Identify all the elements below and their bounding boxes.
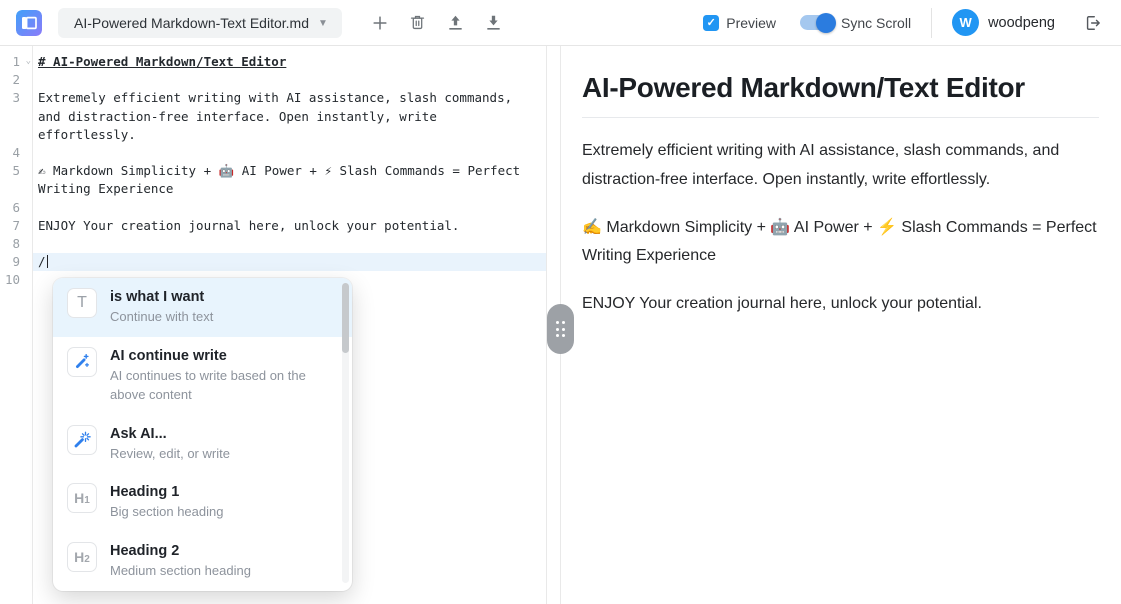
line-number: 5	[0, 162, 32, 198]
slash-menu-item[interactable]: AI continue write AI continues to write b…	[53, 337, 352, 415]
logout-button[interactable]	[1081, 11, 1105, 35]
preview-paragraph: Extremely efficient writing with AI assi…	[582, 137, 1099, 195]
toolbar-right: ✓ Preview Sync Scroll W woodpeng	[703, 8, 1105, 38]
line-number: 7	[0, 217, 32, 235]
menu-item-title: is what I want	[110, 289, 213, 305]
code-line-content[interactable]: ENJOY Your creation journal here, unlock…	[32, 217, 546, 235]
code-line-content[interactable]: ✍ Markdown Simplicity + 🤖 AI Power + ⚡ S…	[32, 162, 546, 198]
editor-line[interactable]: 2	[0, 71, 546, 89]
slash-command-menu: Tis what I want Continue with text AI cont…	[53, 278, 352, 591]
menu-item-title: Ask AI...	[110, 426, 230, 442]
fold-chevron-icon[interactable]: ⌄	[26, 52, 31, 70]
chevron-down-icon: ▼	[318, 18, 328, 29]
delete-file-button[interactable]	[406, 11, 430, 35]
editor-line[interactable]: 6	[0, 199, 546, 217]
editor-line[interactable]: 8	[0, 235, 546, 253]
h1-icon: H1	[74, 490, 90, 507]
code-line-content[interactable]: # AI-Powered Markdown/Text Editor	[32, 53, 546, 71]
line-number: 6	[0, 199, 32, 217]
menu-item-title: AI continue write	[110, 348, 328, 364]
code-line-content[interactable]	[32, 235, 546, 253]
editor-line[interactable]: 1⌄# AI-Powered Markdown/Text Editor	[0, 53, 546, 71]
wand-burst-icon	[72, 430, 92, 450]
plus-icon	[374, 17, 386, 29]
drag-dots-icon	[556, 321, 566, 337]
h2-icon: H2	[74, 549, 90, 566]
slash-menu-item[interactable]: H1 Heading 1 Big section heading	[53, 473, 352, 532]
upload-icon	[446, 13, 465, 32]
menu-scrollbar-thumb[interactable]	[342, 283, 349, 353]
text-icon: T	[77, 294, 87, 312]
filename-label: AI-Powered Markdown-Text Editor.md	[74, 15, 309, 31]
line-number: 2	[0, 71, 32, 89]
filename-dropdown[interactable]: AI-Powered Markdown-Text Editor.md ▼	[58, 8, 342, 38]
preview-label: Preview	[726, 15, 776, 31]
text-cursor	[47, 255, 49, 268]
main-split: 1⌄# AI-Powered Markdown/Text Editor23Ext…	[0, 46, 1121, 604]
sync-scroll-toggle[interactable]: Sync Scroll	[800, 15, 911, 31]
slash-menu-item[interactable]: Ask AI... Review, edit, or write	[53, 415, 352, 474]
preview-checkbox[interactable]: ✓ Preview	[703, 15, 776, 31]
code-line-content[interactable]	[32, 199, 546, 217]
checkbox-check-icon: ✓	[703, 15, 719, 31]
line-number: 9	[0, 253, 32, 271]
menu-item-description: Medium section heading	[110, 562, 251, 581]
line-number: 8	[0, 235, 32, 253]
user-menu[interactable]: W woodpeng	[952, 9, 1055, 36]
editor-pane[interactable]: 1⌄# AI-Powered Markdown/Text Editor23Ext…	[0, 46, 547, 604]
new-file-button[interactable]	[368, 11, 392, 35]
exit-icon	[1083, 13, 1103, 33]
download-icon	[484, 13, 503, 32]
menu-item-description: Review, edit, or write	[110, 445, 230, 464]
toggle-track-icon	[800, 15, 834, 30]
preview-paragraph: ✍️ Markdown Simplicity + 🤖 AI Power + ⚡ …	[582, 214, 1099, 272]
toggle-knob-icon	[816, 13, 836, 33]
sync-scroll-label: Sync Scroll	[841, 15, 911, 31]
code-line-content[interactable]: Extremely efficient writing with AI assi…	[32, 89, 546, 144]
line-number: 3	[0, 89, 32, 144]
editor-line[interactable]: 7ENJOY Your creation journal here, unloc…	[0, 217, 546, 235]
toolbar: AI-Powered Markdown-Text Editor.md ▼ ✓ P…	[0, 0, 1121, 46]
menu-item-description: AI continues to write based on the above…	[110, 367, 328, 405]
editor-line[interactable]: 9/	[0, 253, 546, 271]
slash-menu-item[interactable]: Tis what I want Continue with text	[53, 278, 352, 337]
code-line-content[interactable]	[32, 144, 546, 162]
line-number: 10	[0, 271, 32, 289]
wand-sparkles-icon	[72, 352, 92, 372]
editor-line[interactable]: 3Extremely efficient writing with AI ass…	[0, 89, 546, 144]
app-logo-icon[interactable]	[16, 10, 42, 36]
file-actions	[368, 11, 506, 35]
editor-line[interactable]: 5✍ Markdown Simplicity + 🤖 AI Power + ⚡ …	[0, 162, 546, 198]
avatar: W	[952, 9, 979, 36]
gutter-divider	[32, 46, 33, 604]
menu-item-title: Heading 2	[110, 543, 251, 559]
menu-item-title: Heading 1	[110, 484, 223, 500]
preview-pane: AI-Powered Markdown/Text Editor Extremel…	[560, 46, 1121, 604]
line-number: 4	[0, 144, 32, 162]
menu-item-description: Big section heading	[110, 503, 223, 522]
pane-resize-handle[interactable]	[547, 304, 574, 354]
username-label: woodpeng	[988, 15, 1055, 31]
menu-item-description: Continue with text	[110, 308, 213, 327]
code-line-content[interactable]: /	[32, 253, 546, 271]
toolbar-divider	[931, 8, 932, 38]
preview-title: AI-Powered Markdown/Text Editor	[582, 72, 1099, 118]
download-file-button[interactable]	[482, 11, 506, 35]
upload-file-button[interactable]	[444, 11, 468, 35]
preview-paragraph: ENJOY Your creation journal here, unlock…	[582, 290, 1099, 319]
editor-lines[interactable]: 1⌄# AI-Powered Markdown/Text Editor23Ext…	[0, 53, 546, 290]
slash-menu-item[interactable]: H2 Heading 2 Medium section heading	[53, 532, 352, 591]
editor-line[interactable]: 4	[0, 144, 546, 162]
code-line-content[interactable]	[32, 71, 546, 89]
trash-icon	[408, 13, 427, 32]
line-number: 1⌄	[0, 53, 32, 71]
